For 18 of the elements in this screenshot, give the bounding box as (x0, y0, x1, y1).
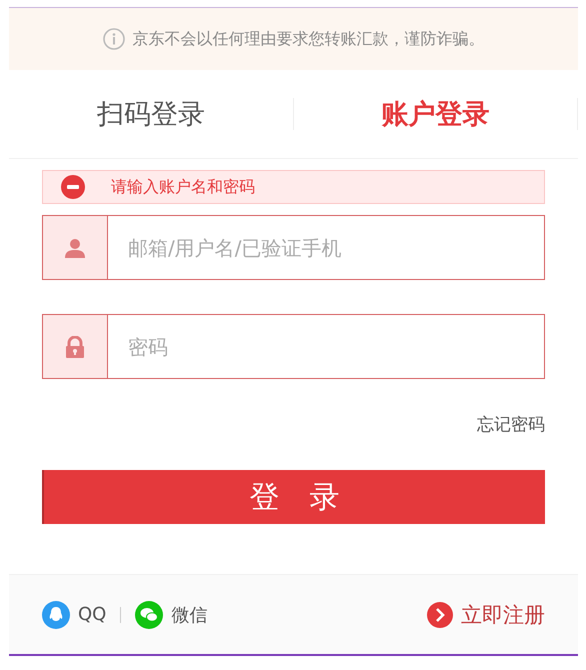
login-tab[interactable]: 账户登录 (294, 96, 577, 132)
minus-circle-icon (61, 175, 85, 199)
user-icon (64, 236, 86, 258)
social-login-link[interactable]: 微信 (135, 600, 208, 628)
lock-icon (64, 336, 86, 358)
notice-text: 京东不会以任何理由要求您转账汇款，谨防诈骗。 (132, 28, 484, 50)
register-link[interactable]: 立即注册 (427, 600, 545, 628)
qq-penguin-icon (42, 600, 70, 628)
social-login-link[interactable]: QQ (42, 600, 106, 628)
input-field[interactable]: 邮箱/用户名/已验证手机 (42, 215, 545, 280)
input-field[interactable]: 密码 (42, 314, 545, 379)
login-tab[interactable]: 扫码登录 (9, 96, 292, 132)
chat-bubbles-icon (135, 600, 164, 628)
login-button[interactable]: 登 录 (42, 470, 545, 524)
forgot-password-link[interactable]: 忘记密码 (477, 413, 545, 436)
error-text: 请输入账户名和密码 (111, 176, 255, 198)
info-icon (102, 28, 124, 50)
chevron-circle-icon (427, 602, 453, 628)
